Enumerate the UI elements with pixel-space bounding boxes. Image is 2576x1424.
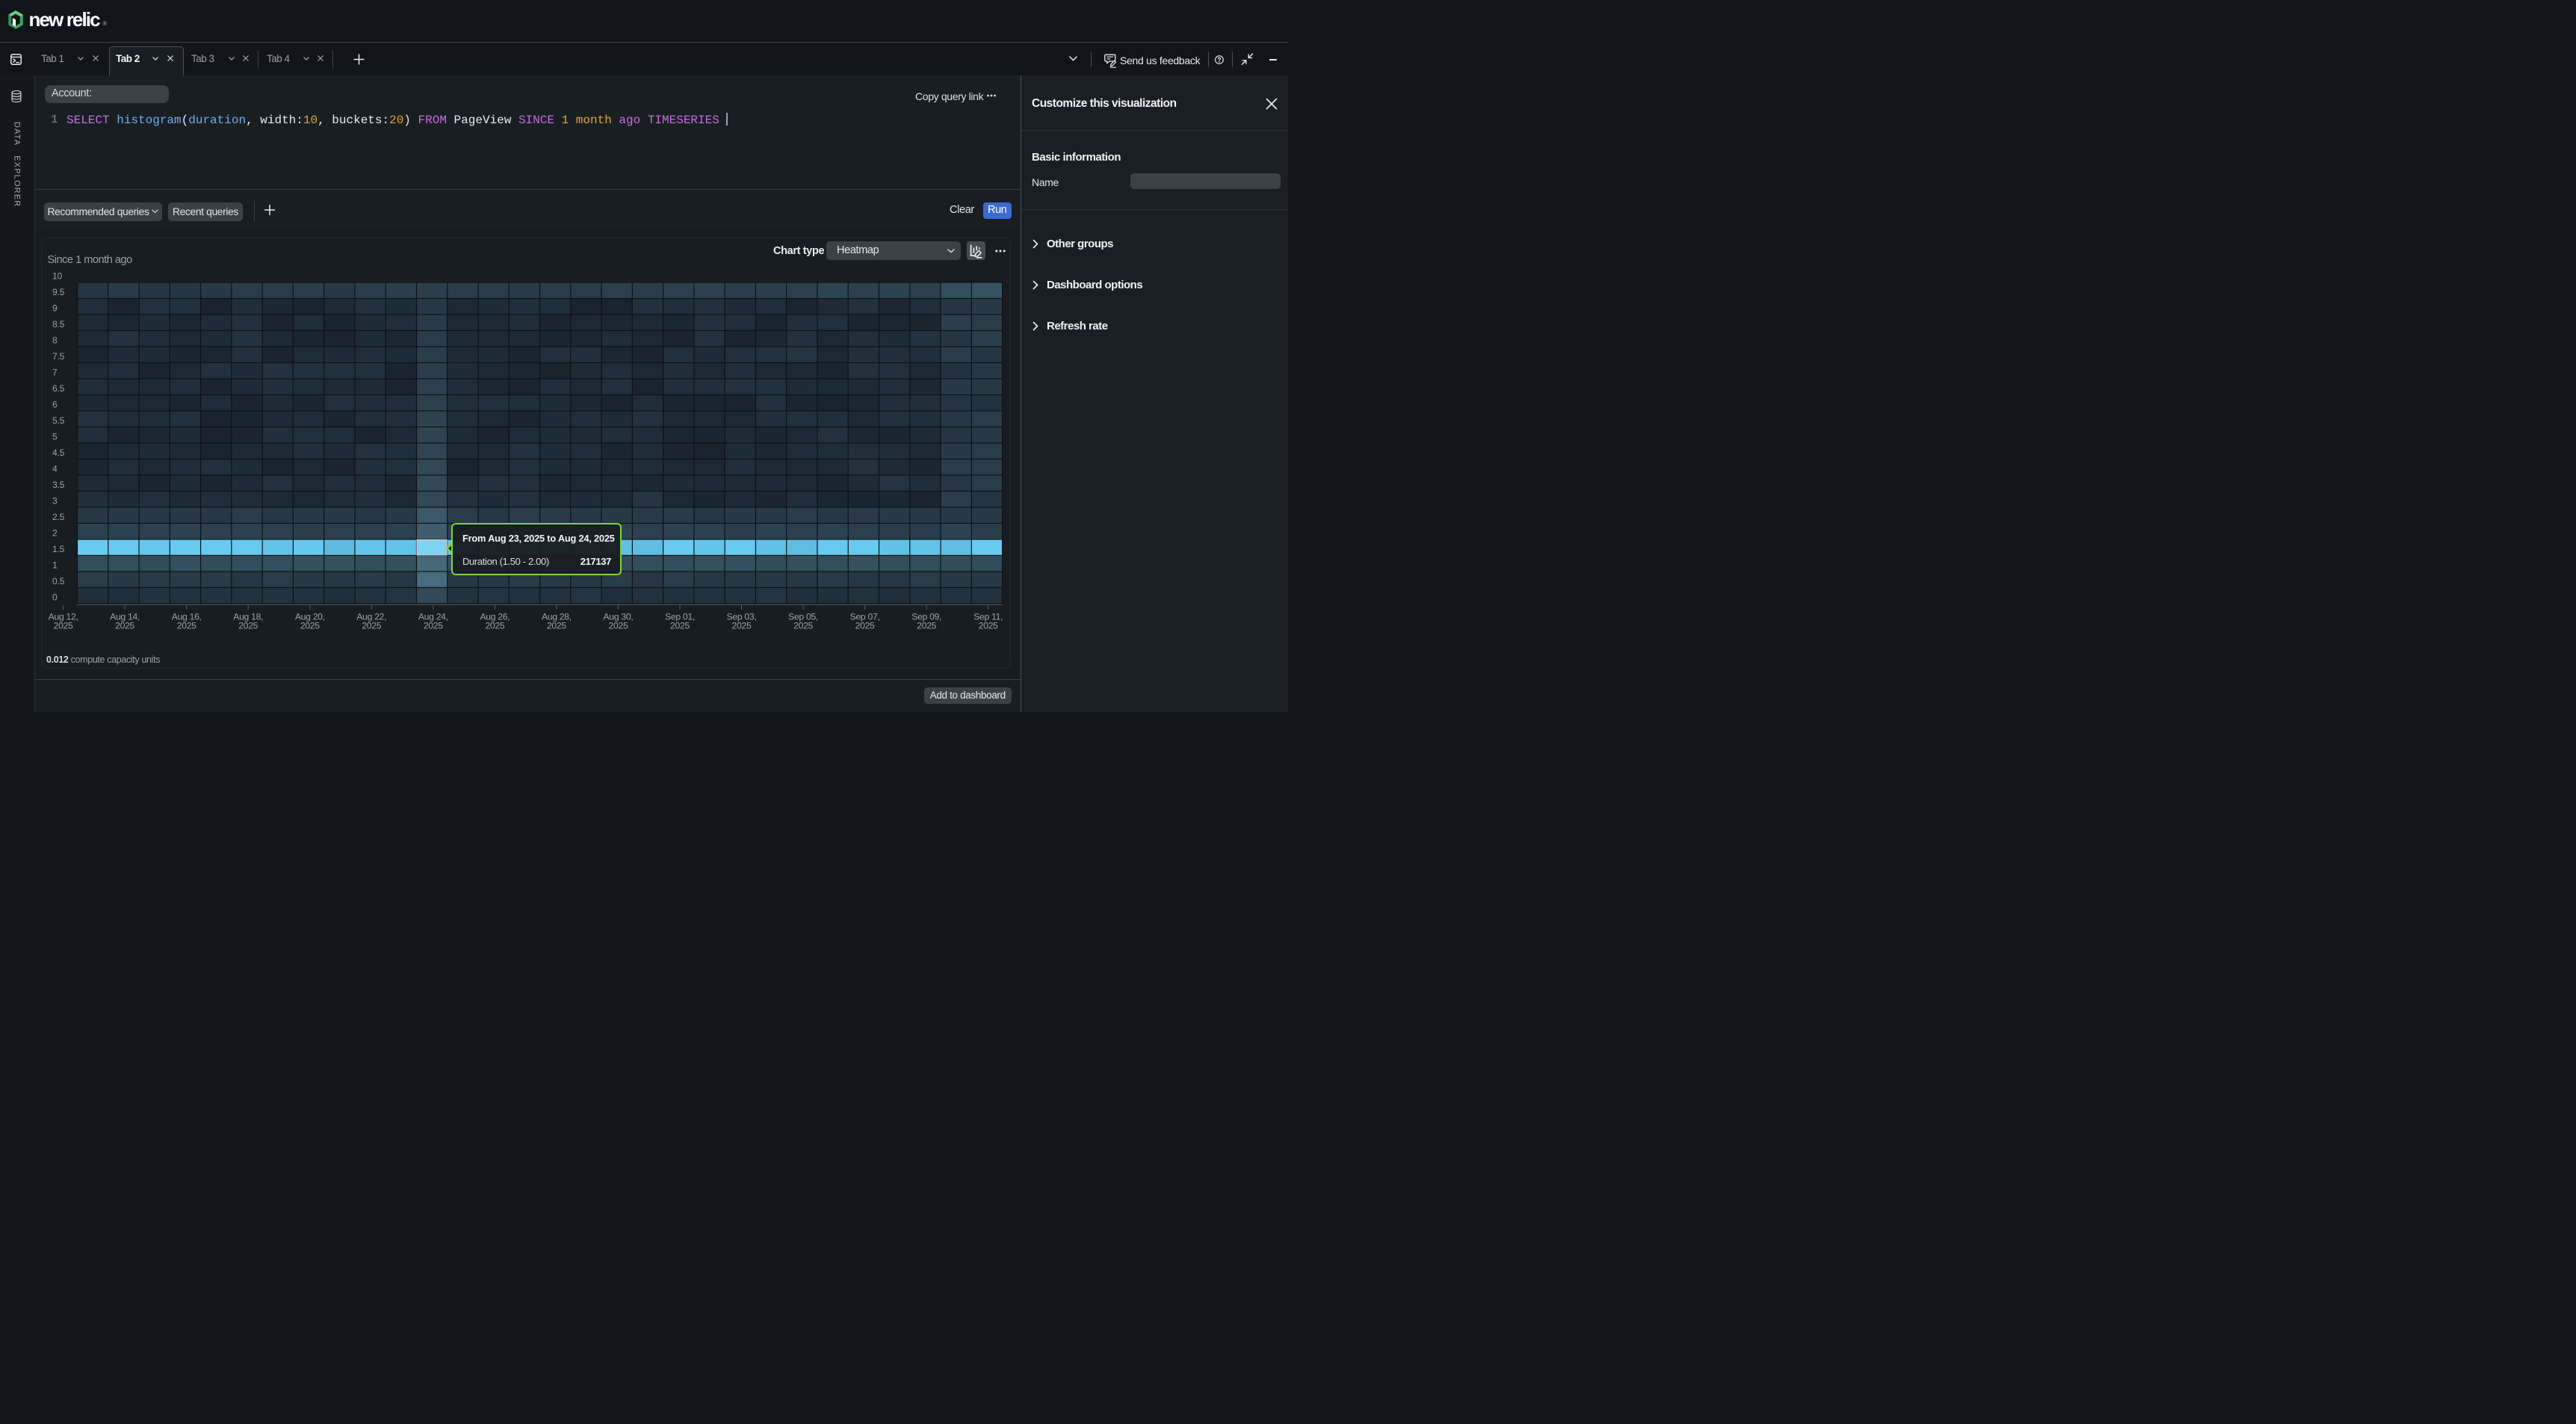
svg-text:7: 7 <box>52 368 58 378</box>
svg-text:2025: 2025 <box>917 621 936 631</box>
svg-text:9: 9 <box>52 303 58 314</box>
svg-text:2025: 2025 <box>485 621 504 631</box>
svg-text:2: 2 <box>52 528 58 539</box>
svg-text:2025: 2025 <box>670 621 690 631</box>
svg-text:6.5: 6.5 <box>52 383 65 394</box>
svg-text:2025: 2025 <box>793 621 813 631</box>
svg-text:2025: 2025 <box>732 621 752 631</box>
svg-text:2025: 2025 <box>609 621 628 631</box>
svg-text:2025: 2025 <box>54 621 73 631</box>
svg-text:6: 6 <box>52 400 58 410</box>
svg-text:8.5: 8.5 <box>52 319 65 329</box>
svg-text:0.5: 0.5 <box>52 576 65 586</box>
svg-text:2025: 2025 <box>855 621 875 631</box>
svg-text:1: 1 <box>52 560 58 571</box>
svg-text:2.5: 2.5 <box>52 512 65 522</box>
svg-text:1.5: 1.5 <box>52 544 65 554</box>
svg-text:2025: 2025 <box>300 621 320 631</box>
svg-text:2025: 2025 <box>424 621 443 631</box>
svg-text:2025: 2025 <box>362 621 381 631</box>
svg-text:2025: 2025 <box>979 621 998 631</box>
svg-text:5: 5 <box>52 432 58 442</box>
svg-text:7.5: 7.5 <box>52 351 65 362</box>
svg-text:0: 0 <box>52 592 58 603</box>
svg-text:2025: 2025 <box>238 621 258 631</box>
svg-text:4: 4 <box>52 464 58 474</box>
svg-text:3: 3 <box>52 496 58 507</box>
svg-text:10: 10 <box>52 271 62 282</box>
svg-text:9.5: 9.5 <box>52 287 65 297</box>
svg-text:2025: 2025 <box>115 621 134 631</box>
svg-text:8: 8 <box>52 335 58 346</box>
svg-text:2025: 2025 <box>177 621 196 631</box>
svg-text:3.5: 3.5 <box>52 480 65 490</box>
svg-text:5.5: 5.5 <box>52 415 65 426</box>
svg-text:4.5: 4.5 <box>52 448 65 458</box>
svg-text:2025: 2025 <box>547 621 566 631</box>
